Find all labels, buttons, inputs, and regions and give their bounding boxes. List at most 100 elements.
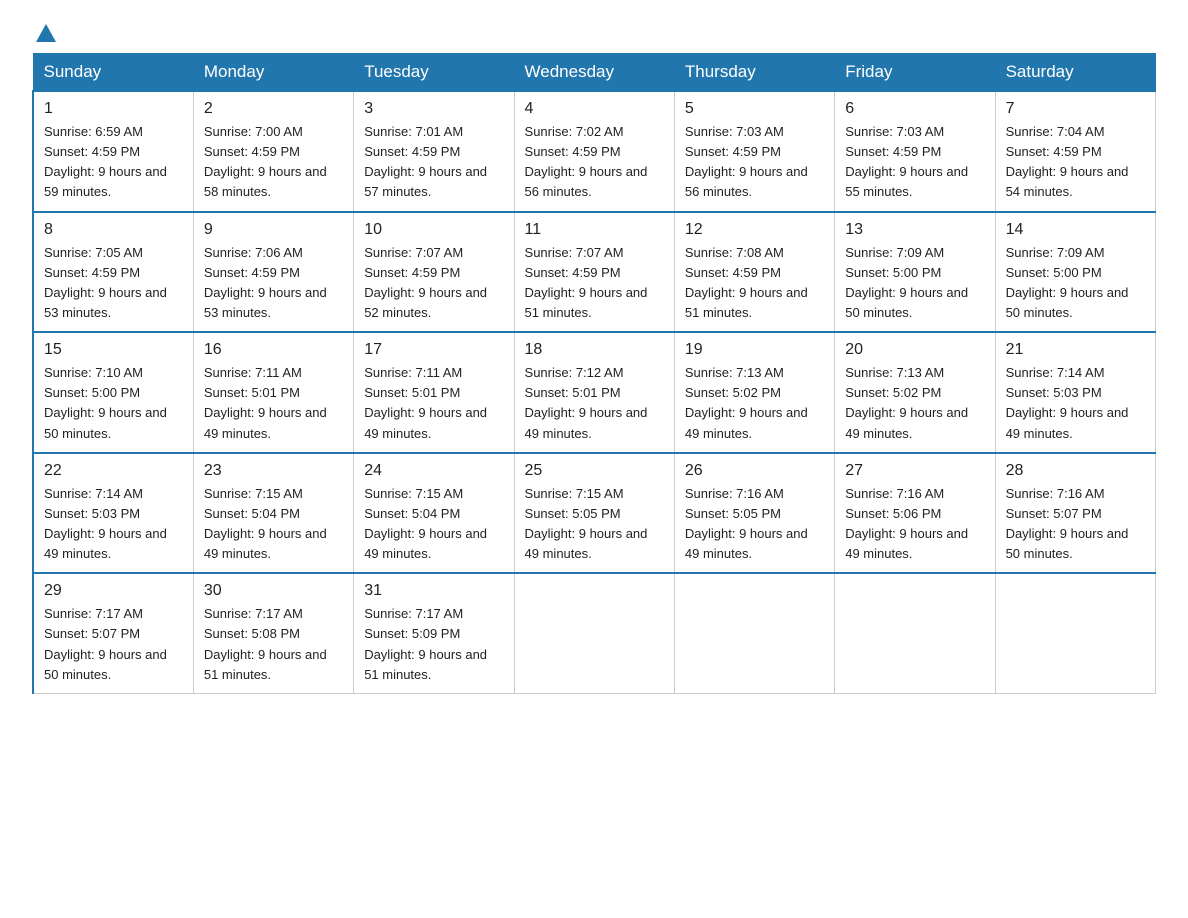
day-number: 8 <box>44 221 183 239</box>
day-number: 4 <box>525 100 664 118</box>
calendar-cell: 9 Sunrise: 7:06 AMSunset: 4:59 PMDayligh… <box>193 212 353 333</box>
calendar-cell <box>835 573 995 693</box>
day-info: Sunrise: 7:07 AMSunset: 4:59 PMDaylight:… <box>364 245 487 320</box>
calendar-week-row: 22 Sunrise: 7:14 AMSunset: 5:03 PMDaylig… <box>33 453 1156 574</box>
day-number: 23 <box>204 462 343 480</box>
day-info: Sunrise: 7:15 AMSunset: 5:04 PMDaylight:… <box>364 486 487 561</box>
day-number: 21 <box>1006 341 1145 359</box>
day-number: 1 <box>44 100 183 118</box>
day-number: 22 <box>44 462 183 480</box>
day-number: 19 <box>685 341 824 359</box>
calendar-cell: 14 Sunrise: 7:09 AMSunset: 5:00 PMDaylig… <box>995 212 1155 333</box>
day-info: Sunrise: 6:59 AMSunset: 4:59 PMDaylight:… <box>44 124 167 199</box>
day-info: Sunrise: 7:02 AMSunset: 4:59 PMDaylight:… <box>525 124 648 199</box>
day-number: 20 <box>845 341 984 359</box>
calendar-cell: 10 Sunrise: 7:07 AMSunset: 4:59 PMDaylig… <box>354 212 514 333</box>
day-number: 6 <box>845 100 984 118</box>
header-tuesday: Tuesday <box>354 54 514 92</box>
day-info: Sunrise: 7:16 AMSunset: 5:07 PMDaylight:… <box>1006 486 1129 561</box>
header-wednesday: Wednesday <box>514 54 674 92</box>
calendar-cell: 13 Sunrise: 7:09 AMSunset: 5:00 PMDaylig… <box>835 212 995 333</box>
day-number: 11 <box>525 221 664 239</box>
calendar-cell: 1 Sunrise: 6:59 AMSunset: 4:59 PMDayligh… <box>33 91 193 212</box>
day-number: 30 <box>204 582 343 600</box>
day-info: Sunrise: 7:11 AMSunset: 5:01 PMDaylight:… <box>364 365 487 440</box>
header-monday: Monday <box>193 54 353 92</box>
calendar-cell: 31 Sunrise: 7:17 AMSunset: 5:09 PMDaylig… <box>354 573 514 693</box>
calendar-cell: 3 Sunrise: 7:01 AMSunset: 4:59 PMDayligh… <box>354 91 514 212</box>
header-thursday: Thursday <box>674 54 834 92</box>
day-info: Sunrise: 7:03 AMSunset: 4:59 PMDaylight:… <box>845 124 968 199</box>
header-sunday: Sunday <box>33 54 193 92</box>
day-info: Sunrise: 7:11 AMSunset: 5:01 PMDaylight:… <box>204 365 327 440</box>
calendar-cell: 8 Sunrise: 7:05 AMSunset: 4:59 PMDayligh… <box>33 212 193 333</box>
calendar-cell: 23 Sunrise: 7:15 AMSunset: 5:04 PMDaylig… <box>193 453 353 574</box>
calendar-cell: 28 Sunrise: 7:16 AMSunset: 5:07 PMDaylig… <box>995 453 1155 574</box>
calendar-cell: 19 Sunrise: 7:13 AMSunset: 5:02 PMDaylig… <box>674 332 834 453</box>
header-friday: Friday <box>835 54 995 92</box>
calendar-cell: 7 Sunrise: 7:04 AMSunset: 4:59 PMDayligh… <box>995 91 1155 212</box>
day-number: 5 <box>685 100 824 118</box>
calendar-cell <box>674 573 834 693</box>
day-info: Sunrise: 7:05 AMSunset: 4:59 PMDaylight:… <box>44 245 167 320</box>
day-number: 29 <box>44 582 183 600</box>
calendar-table: SundayMondayTuesdayWednesdayThursdayFrid… <box>32 53 1156 694</box>
calendar-week-row: 15 Sunrise: 7:10 AMSunset: 5:00 PMDaylig… <box>33 332 1156 453</box>
day-info: Sunrise: 7:01 AMSunset: 4:59 PMDaylight:… <box>364 124 487 199</box>
logo <box>32 24 56 41</box>
calendar-header-row: SundayMondayTuesdayWednesdayThursdayFrid… <box>33 54 1156 92</box>
day-info: Sunrise: 7:10 AMSunset: 5:00 PMDaylight:… <box>44 365 167 440</box>
calendar-cell: 15 Sunrise: 7:10 AMSunset: 5:00 PMDaylig… <box>33 332 193 453</box>
day-info: Sunrise: 7:09 AMSunset: 5:00 PMDaylight:… <box>1006 245 1129 320</box>
day-info: Sunrise: 7:06 AMSunset: 4:59 PMDaylight:… <box>204 245 327 320</box>
calendar-cell <box>514 573 674 693</box>
day-number: 7 <box>1006 100 1145 118</box>
day-number: 13 <box>845 221 984 239</box>
calendar-cell: 20 Sunrise: 7:13 AMSunset: 5:02 PMDaylig… <box>835 332 995 453</box>
calendar-cell: 27 Sunrise: 7:16 AMSunset: 5:06 PMDaylig… <box>835 453 995 574</box>
day-info: Sunrise: 7:00 AMSunset: 4:59 PMDaylight:… <box>204 124 327 199</box>
day-info: Sunrise: 7:03 AMSunset: 4:59 PMDaylight:… <box>685 124 808 199</box>
calendar-cell: 12 Sunrise: 7:08 AMSunset: 4:59 PMDaylig… <box>674 212 834 333</box>
calendar-week-row: 1 Sunrise: 6:59 AMSunset: 4:59 PMDayligh… <box>33 91 1156 212</box>
day-info: Sunrise: 7:16 AMSunset: 5:06 PMDaylight:… <box>845 486 968 561</box>
day-info: Sunrise: 7:12 AMSunset: 5:01 PMDaylight:… <box>525 365 648 440</box>
day-info: Sunrise: 7:14 AMSunset: 5:03 PMDaylight:… <box>44 486 167 561</box>
day-number: 17 <box>364 341 503 359</box>
day-info: Sunrise: 7:15 AMSunset: 5:05 PMDaylight:… <box>525 486 648 561</box>
day-info: Sunrise: 7:04 AMSunset: 4:59 PMDaylight:… <box>1006 124 1129 199</box>
day-info: Sunrise: 7:15 AMSunset: 5:04 PMDaylight:… <box>204 486 327 561</box>
day-info: Sunrise: 7:16 AMSunset: 5:05 PMDaylight:… <box>685 486 808 561</box>
day-number: 28 <box>1006 462 1145 480</box>
calendar-cell: 30 Sunrise: 7:17 AMSunset: 5:08 PMDaylig… <box>193 573 353 693</box>
day-number: 2 <box>204 100 343 118</box>
calendar-cell: 29 Sunrise: 7:17 AMSunset: 5:07 PMDaylig… <box>33 573 193 693</box>
calendar-cell <box>995 573 1155 693</box>
calendar-cell: 21 Sunrise: 7:14 AMSunset: 5:03 PMDaylig… <box>995 332 1155 453</box>
calendar-cell: 6 Sunrise: 7:03 AMSunset: 4:59 PMDayligh… <box>835 91 995 212</box>
day-number: 31 <box>364 582 503 600</box>
calendar-cell: 18 Sunrise: 7:12 AMSunset: 5:01 PMDaylig… <box>514 332 674 453</box>
day-number: 10 <box>364 221 503 239</box>
calendar-cell: 22 Sunrise: 7:14 AMSunset: 5:03 PMDaylig… <box>33 453 193 574</box>
page-header <box>32 24 1156 41</box>
day-number: 24 <box>364 462 503 480</box>
day-number: 15 <box>44 341 183 359</box>
day-info: Sunrise: 7:13 AMSunset: 5:02 PMDaylight:… <box>685 365 808 440</box>
calendar-week-row: 8 Sunrise: 7:05 AMSunset: 4:59 PMDayligh… <box>33 212 1156 333</box>
day-number: 27 <box>845 462 984 480</box>
day-number: 25 <box>525 462 664 480</box>
day-number: 14 <box>1006 221 1145 239</box>
calendar-cell: 11 Sunrise: 7:07 AMSunset: 4:59 PMDaylig… <box>514 212 674 333</box>
calendar-cell: 26 Sunrise: 7:16 AMSunset: 5:05 PMDaylig… <box>674 453 834 574</box>
calendar-cell: 16 Sunrise: 7:11 AMSunset: 5:01 PMDaylig… <box>193 332 353 453</box>
day-info: Sunrise: 7:09 AMSunset: 5:00 PMDaylight:… <box>845 245 968 320</box>
day-number: 18 <box>525 341 664 359</box>
day-number: 9 <box>204 221 343 239</box>
calendar-cell: 17 Sunrise: 7:11 AMSunset: 5:01 PMDaylig… <box>354 332 514 453</box>
day-number: 26 <box>685 462 824 480</box>
header-saturday: Saturday <box>995 54 1155 92</box>
calendar-week-row: 29 Sunrise: 7:17 AMSunset: 5:07 PMDaylig… <box>33 573 1156 693</box>
day-number: 16 <box>204 341 343 359</box>
day-info: Sunrise: 7:13 AMSunset: 5:02 PMDaylight:… <box>845 365 968 440</box>
